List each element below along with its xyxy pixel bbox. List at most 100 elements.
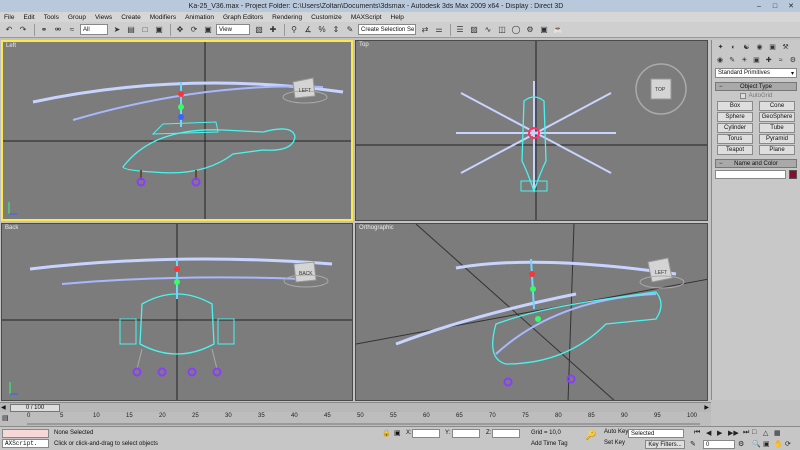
menu-maxscript[interactable]: MAXScript [351,14,382,21]
track-bar[interactable]: ▤ 0 5 10 15 20 25 30 35 40 45 50 55 60 65 70 75 80 85 90 95… [0,412,711,426]
pivot-center-icon[interactable]: ▧ [253,24,265,36]
autogrid-checkbox[interactable]: AutoGrid [712,93,800,99]
select-by-name-icon[interactable]: ▤ [125,24,137,36]
menu-create[interactable]: Create [121,14,141,21]
percent-snap-icon[interactable]: % [316,24,328,36]
window-crossing-icon[interactable]: ▣ [153,24,165,36]
viewport-orthographic[interactable]: Orthographic LEFT [355,223,708,401]
cone-button[interactable]: Cone [759,101,795,111]
schematic-view-icon[interactable]: ◫ [496,24,508,36]
menu-rendering[interactable]: Rendering [272,14,302,21]
tube-button[interactable]: Tube [759,123,795,133]
primitive-category-dropdown[interactable]: Standard Primitives ▾ [715,68,797,78]
previous-frame-icon[interactable]: ◀ [1,404,6,411]
play-icon[interactable]: ▶ [717,429,722,437]
menu-file[interactable]: File [4,14,14,21]
render-setup-icon[interactable]: ⚙ [524,24,536,36]
menu-group[interactable]: Group [68,14,86,21]
sphere-button[interactable]: Sphere [717,112,753,122]
plane-button[interactable]: Plane [759,145,795,155]
key-selection-combo[interactable]: Selected [628,429,684,438]
pyramid-button[interactable]: Pyramid [759,134,795,144]
undo-icon[interactable]: ↶ [3,24,15,36]
menu-customize[interactable]: Customize [311,14,342,21]
menu-animation[interactable]: Animation [185,14,214,21]
rotate-icon[interactable]: ⟳ [188,24,200,36]
menu-graph-editors[interactable]: Graph Editors [223,14,263,21]
x-coordinate-field[interactable] [412,429,440,438]
menu-tools[interactable]: Tools [44,14,59,21]
object-type-rollout[interactable]: − Object Type [715,82,797,91]
menu-help[interactable]: Help [391,14,404,21]
snap-toggle-icon[interactable]: ⚲ [288,24,300,36]
zoom-icon[interactable]: 🔍 [752,440,761,448]
maxscript-mini-listener[interactable]: AXScript. [2,439,49,448]
zoom-all-icon[interactable]: ▣ [763,440,770,448]
object-name-field[interactable] [715,170,786,179]
next-key-icon[interactable]: ▶▶ [728,429,739,437]
lights-icon[interactable]: ☀ [739,55,749,66]
maximize-viewport-icon[interactable]: ▦ [774,429,781,437]
field-of-view-icon[interactable]: △ [763,429,768,437]
z-coordinate-field[interactable] [492,429,520,438]
material-editor-icon[interactable]: ◯ [510,24,522,36]
align-icon[interactable]: ⚌ [433,24,445,36]
y-coordinate-field[interactable] [452,429,480,438]
create-tab-icon[interactable]: ✦ [715,42,726,53]
modify-tab-icon[interactable]: ◐ [728,42,739,53]
render-production-icon[interactable]: ☕ [552,24,564,36]
viewport-top[interactable]: Top TOP [355,40,708,221]
go-to-end-icon[interactable]: ⏭ [743,429,749,437]
bind-space-warp-icon[interactable]: ≈ [66,24,78,36]
layer-manager-icon[interactable]: ☰ [454,24,466,36]
helpers-icon[interactable]: ✚ [764,55,774,66]
rendered-frame-window-icon[interactable]: ▣ [538,24,550,36]
motion-tab-icon[interactable]: ◉ [754,42,765,53]
cameras-icon[interactable]: ▣ [751,55,761,66]
scale-icon[interactable]: ▣ [202,24,214,36]
orbit-icon[interactable]: ⟳ [785,440,791,448]
redo-icon[interactable]: ↷ [17,24,29,36]
teapot-button[interactable]: Teapot [717,145,753,155]
utilities-tab-icon[interactable]: ⚒ [780,42,791,53]
auto-key-button[interactable]: Auto Key [604,429,628,435]
menu-edit[interactable]: Edit [23,14,34,21]
selection-filter-combo[interactable]: All [80,24,108,35]
menu-modifiers[interactable]: Modifiers [150,14,176,21]
object-color-swatch[interactable] [789,170,797,179]
hierarchy-tab-icon[interactable]: ☯ [741,42,752,53]
close-button[interactable]: ✕ [784,1,798,11]
named-selection-set-combo[interactable]: Create Selection Se [358,24,416,35]
key-icon[interactable]: 🔑 [585,430,596,441]
geosphere-button[interactable]: GeoSphere [759,112,795,122]
time-configuration-icon[interactable]: ⚙ [738,440,744,448]
next-frame-icon[interactable]: ▶ [704,404,709,411]
viewport-back[interactable]: Back BACK [1,223,353,401]
maximize-button[interactable]: □ [768,1,782,11]
minimize-button[interactable]: – [752,1,766,11]
select-object-icon[interactable]: ➤ [111,24,123,36]
select-manipulate-icon[interactable]: ✚ [267,24,279,36]
selection-lock-icon[interactable]: 🔒 [382,429,391,437]
rect-selection-icon[interactable]: □ [139,24,151,36]
torus-button[interactable]: Torus [717,134,753,144]
time-slider-thumb[interactable]: 0 / 100 [10,404,60,412]
cylinder-button[interactable]: Cylinder [717,123,753,133]
reference-coordinate-combo[interactable]: View [216,24,250,35]
angle-snap-icon[interactable]: ∡ [302,24,314,36]
add-time-tag[interactable]: Add Time Tag [531,441,568,447]
viewport-left[interactable]: Left LEFT [1,40,353,221]
move-icon[interactable]: ✥ [174,24,186,36]
unlink-icon[interactable]: ⚮ [52,24,64,36]
edit-named-selection-icon[interactable]: ✎ [344,24,356,36]
mirror-icon[interactable]: ⇄ [419,24,431,36]
graphite-modeling-icon[interactable]: ▨ [468,24,480,36]
space-warps-icon[interactable]: ≈ [776,55,786,66]
spinner-snap-icon[interactable]: ⇕ [330,24,342,36]
maxscript-listener-output[interactable] [2,429,49,438]
key-filters-button[interactable]: Key Filters... [645,440,685,449]
systems-icon[interactable]: ⚙ [788,55,798,66]
display-tab-icon[interactable]: ▣ [767,42,778,53]
key-mode-icon[interactable]: ✎ [690,440,696,448]
link-icon[interactable]: ⚭ [38,24,50,36]
